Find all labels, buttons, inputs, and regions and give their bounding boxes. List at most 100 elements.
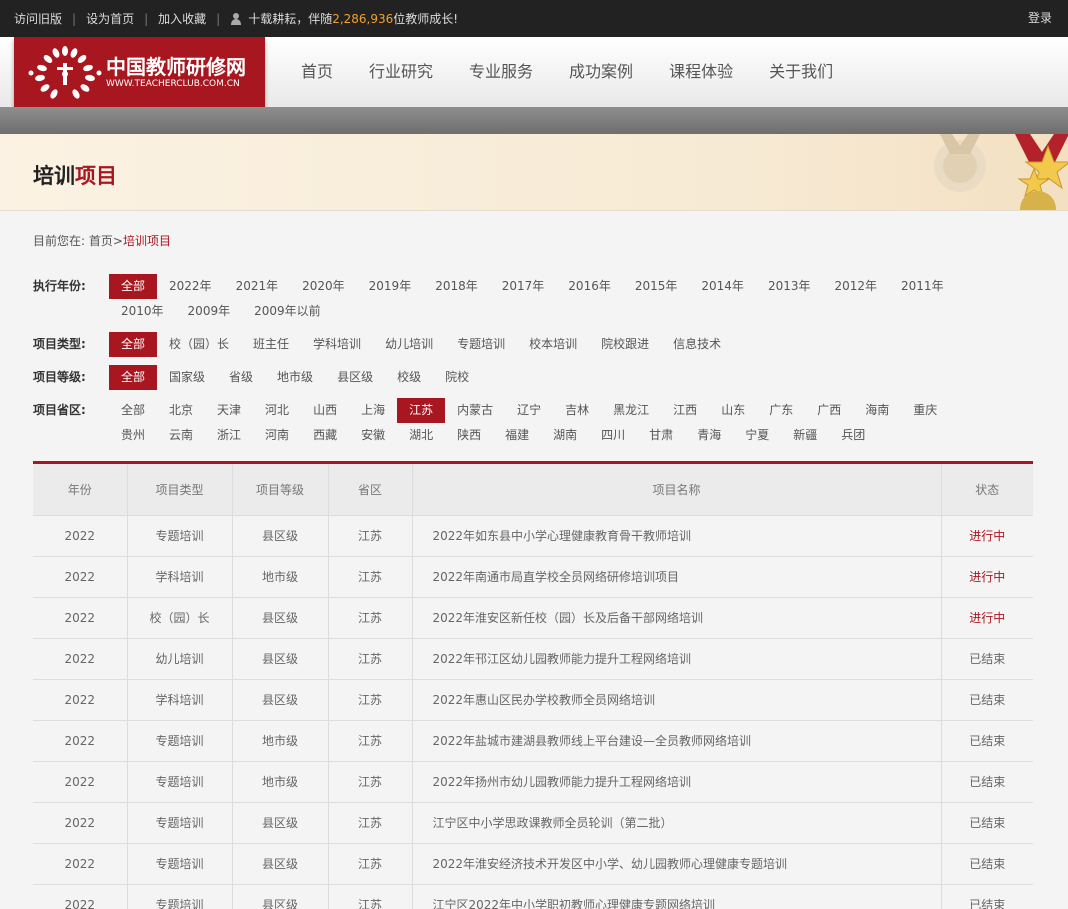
filter-option[interactable]: 幼儿培训 (373, 332, 445, 357)
nav-industry-research[interactable]: 行业研究 (351, 37, 451, 107)
table-row[interactable]: 2022 学科培训 地市级 江苏 2022年南通市局直学校全员网络研修培训项目 进行中 (33, 555, 1033, 597)
nav-success-cases[interactable]: 成功案例 (551, 37, 651, 107)
filter-option[interactable]: 北京 (157, 398, 205, 423)
table-row[interactable]: 2022 专题培训 县区级 江苏 2022年如东县中小学心理健康教育骨干教师培训 进行中 (33, 514, 1033, 556)
filter-option[interactable]: 广西 (805, 398, 853, 423)
table-row[interactable]: 2022 专题培训 县区级 江苏 2022年淮安经济技术开发区中小学、幼儿园教师心理健康… (33, 842, 1033, 884)
filter-option[interactable]: 山东 (709, 398, 757, 423)
filter-option[interactable]: 地市级 (265, 365, 325, 390)
filter-option[interactable]: 2018年 (423, 274, 490, 299)
table-row[interactable]: 2022 专题培训 地市级 江苏 2022年扬州市幼儿园教师能力提升工程网络培训 已结束 (33, 760, 1033, 802)
filter-option[interactable]: 2014年 (689, 274, 756, 299)
filter-option[interactable]: 兵团 (829, 423, 877, 448)
row-project-name[interactable]: 2022年南通市局直学校全员网络研修培训项目 (412, 555, 942, 597)
filter-option[interactable]: 甘肃 (637, 423, 685, 448)
nav-course-experience[interactable]: 课程体验 (651, 37, 751, 107)
filter-option[interactable]: 重庆 (901, 398, 949, 423)
filter-option[interactable]: 省级 (217, 365, 265, 390)
row-project-name[interactable]: 江宁区中小学思政课教师全员轮训（第二批） (412, 801, 942, 843)
filter-option[interactable]: 院校 (433, 365, 481, 390)
filter-option[interactable]: 天津 (205, 398, 253, 423)
table-row[interactable]: 2022 校（园）长 县区级 江苏 2022年淮安区新任校（园）长及后备干部网络培训 进行… (33, 596, 1033, 638)
filter-option[interactable]: 校（园）长 (157, 332, 241, 357)
filter-option[interactable]: 安徽 (349, 423, 397, 448)
row-project-name[interactable]: 2022年淮安经济技术开发区中小学、幼儿园教师心理健康专题培训 (412, 842, 942, 884)
filter-option[interactable]: 浙江 (205, 423, 253, 448)
set-homepage-link[interactable]: 设为首页 (86, 10, 134, 27)
filter-option[interactable]: 江苏 (397, 398, 446, 423)
filter-option[interactable]: 国家级 (157, 365, 217, 390)
table-row[interactable]: 2022 专题培训 地市级 江苏 2022年盐城市建湖县教师线上平台建设—全员教师网络培… (33, 719, 1033, 761)
filter-option[interactable]: 2010年 (109, 299, 176, 324)
filter-option[interactable]: 四川 (589, 423, 637, 448)
filter-option[interactable]: 上海 (349, 398, 397, 423)
filter-option[interactable]: 县区级 (325, 365, 385, 390)
filter-option[interactable]: 贵州 (109, 423, 157, 448)
nav-professional-services[interactable]: 专业服务 (451, 37, 551, 107)
table-row[interactable]: 2022 专题培训 县区级 江苏 江宁区中小学思政课教师全员轮训（第二批） 已结束 (33, 801, 1033, 843)
table-row[interactable]: 2022 学科培训 县区级 江苏 2022年惠山区民办学校教师全员网络培训 已结束 (33, 678, 1033, 720)
row-project-name[interactable]: 2022年如东县中小学心理健康教育骨干教师培训 (412, 514, 942, 556)
filter-option[interactable]: 全部 (109, 365, 158, 390)
filter-option[interactable]: 新疆 (781, 423, 829, 448)
filter-option[interactable]: 全部 (109, 274, 158, 299)
filter-option[interactable]: 河北 (253, 398, 301, 423)
filter-option[interactable]: 学科培训 (301, 332, 373, 357)
filter-option[interactable]: 辽宁 (505, 398, 553, 423)
filter-option[interactable]: 海南 (853, 398, 901, 423)
row-project-name[interactable]: 2022年邗江区幼儿园教师能力提升工程网络培训 (412, 637, 942, 679)
row-project-name[interactable]: 江宁区2022年中小学职初教师心理健康专题网络培训 (412, 883, 942, 909)
filter-option[interactable]: 班主任 (241, 332, 301, 357)
filter-option[interactable]: 2016年 (556, 274, 623, 299)
breadcrumb-home[interactable]: 首页 (89, 234, 113, 248)
filter-option[interactable]: 云南 (157, 423, 205, 448)
row-type: 幼儿培训 (127, 637, 233, 679)
filter-option[interactable]: 湖北 (397, 423, 445, 448)
filter-option[interactable]: 2009年以前 (242, 299, 333, 324)
table-row[interactable]: 2022 幼儿培训 县区级 江苏 2022年邗江区幼儿园教师能力提升工程网络培训 已结束 (33, 637, 1033, 679)
filter-option[interactable]: 青海 (685, 423, 733, 448)
filter-option[interactable]: 全部 (109, 332, 158, 357)
add-favorite-link[interactable]: 加入收藏 (158, 10, 206, 27)
filter-option[interactable]: 湖南 (541, 423, 589, 448)
filter-option[interactable]: 2015年 (623, 274, 690, 299)
row-project-name[interactable]: 2022年扬州市幼儿园教师能力提升工程网络培训 (412, 760, 942, 802)
table-row[interactable]: 2022 专题培训 县区级 江苏 江宁区2022年中小学职初教师心理健康专题网络培训 已结… (33, 883, 1033, 909)
row-project-name[interactable]: 2022年淮安区新任校（园）长及后备干部网络培训 (412, 596, 942, 638)
filter-option[interactable]: 专题培训 (445, 332, 517, 357)
filter-option[interactable]: 校本培训 (517, 332, 589, 357)
row-project-name[interactable]: 2022年惠山区民办学校教师全员网络培训 (412, 678, 942, 720)
filter-option[interactable]: 黑龙江 (601, 398, 661, 423)
filter-option[interactable]: 院校跟进 (589, 332, 661, 357)
login-link[interactable]: 登录 (1028, 0, 1052, 37)
filter-option[interactable]: 2013年 (756, 274, 823, 299)
filter-option[interactable]: 校级 (385, 365, 433, 390)
filter-option[interactable]: 2017年 (490, 274, 557, 299)
filter-option[interactable]: 福建 (493, 423, 541, 448)
filter-option[interactable]: 西藏 (301, 423, 349, 448)
filter-option[interactable]: 信息技术 (661, 332, 733, 357)
filter-option[interactable]: 2021年 (224, 274, 291, 299)
nav-home[interactable]: 首页 (283, 37, 351, 107)
filter-option[interactable]: 2011年 (889, 274, 956, 299)
filter-option[interactable]: 河南 (253, 423, 301, 448)
row-region: 江苏 (328, 801, 413, 843)
site-logo[interactable]: 中国教师研修网 WWW.TEACHERCLUB.COM.CN (14, 37, 265, 107)
filter-option[interactable]: 2022年 (157, 274, 224, 299)
filter-option[interactable]: 江西 (661, 398, 709, 423)
filter-option[interactable]: 陕西 (445, 423, 493, 448)
filter-option[interactable]: 山西 (301, 398, 349, 423)
filter-option[interactable]: 2009年 (176, 299, 243, 324)
filter-option[interactable]: 全部 (109, 398, 157, 423)
filter-option[interactable]: 吉林 (553, 398, 601, 423)
filter-option[interactable]: 内蒙古 (445, 398, 505, 423)
nav-about-us[interactable]: 关于我们 (751, 37, 851, 107)
filter-option[interactable]: 宁夏 (733, 423, 781, 448)
filter-option[interactable]: 2020年 (290, 274, 357, 299)
filter-option[interactable]: 2019年 (357, 274, 424, 299)
row-status: 已结束 (941, 678, 1033, 720)
filter-option[interactable]: 2012年 (822, 274, 889, 299)
filter-option[interactable]: 广东 (757, 398, 805, 423)
row-project-name[interactable]: 2022年盐城市建湖县教师线上平台建设—全员教师网络培训 (412, 719, 942, 761)
old-version-link[interactable]: 访问旧版 (14, 10, 62, 27)
